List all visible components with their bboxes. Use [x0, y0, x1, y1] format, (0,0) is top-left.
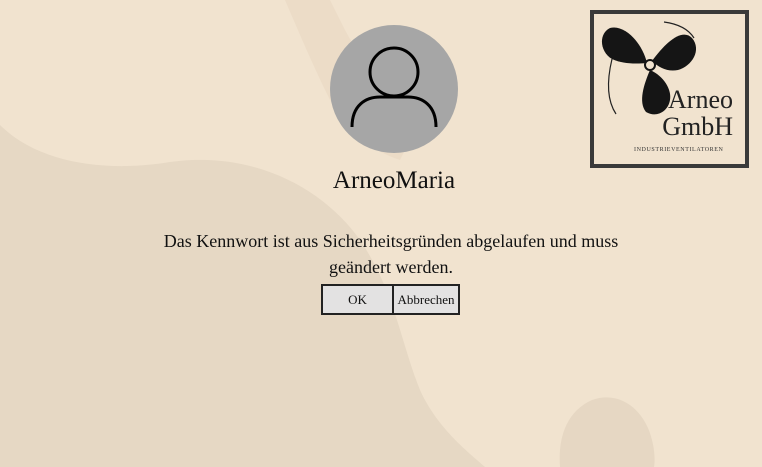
password-expired-message: Das Kennwort ist aus Sicherheitsgründen …	[163, 231, 619, 277]
logo-company-name-line1: Arneo	[668, 85, 733, 114]
logo-company-name-line2: GmbH	[662, 112, 733, 141]
user-avatar	[330, 25, 458, 153]
company-logo: Arneo GmbH INDUSTRIEVENTILATOREN	[590, 10, 749, 168]
ok-button[interactable]: OK	[321, 284, 394, 315]
user-icon	[350, 46, 438, 128]
logo-tagline: INDUSTRIEVENTILATOREN	[634, 147, 724, 153]
cancel-button[interactable]: Abbrechen	[392, 284, 460, 315]
dialog-buttons: OK Abbrechen	[321, 284, 460, 315]
username-label: ArneoMaria	[332, 167, 456, 194]
